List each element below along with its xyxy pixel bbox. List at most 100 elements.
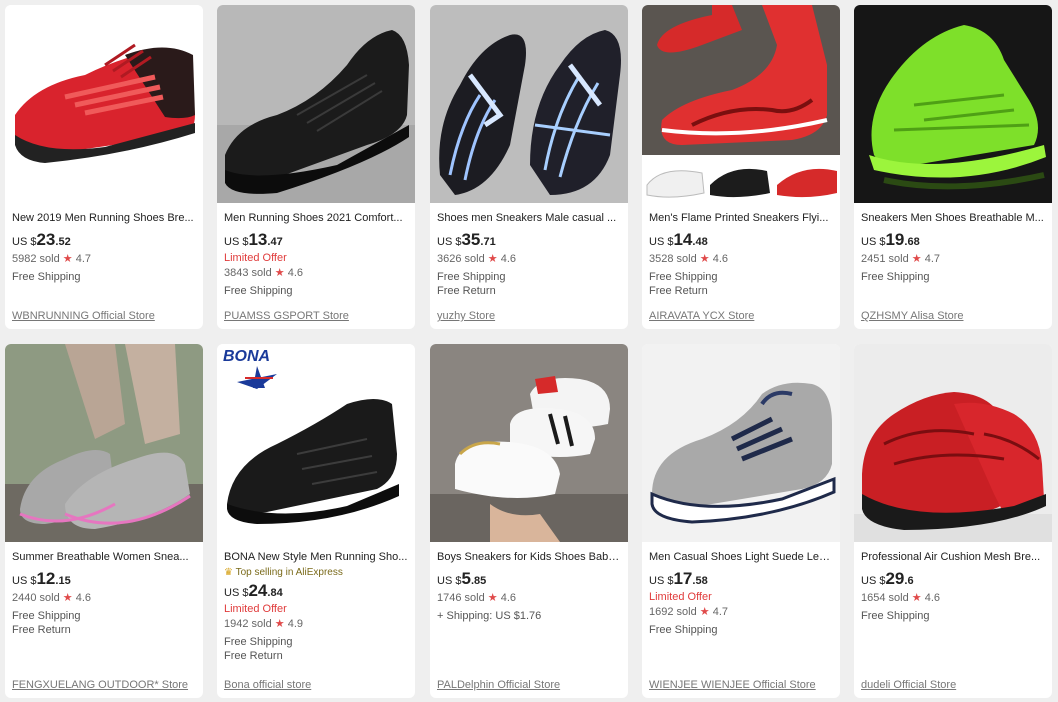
- sold-count: 3626 sold: [437, 253, 485, 265]
- sold-count: 3843 sold: [224, 267, 272, 279]
- store-link[interactable]: Bona official store: [224, 679, 311, 691]
- product-title[interactable]: Professional Air Cushion Mesh Bre...: [861, 550, 1045, 564]
- product-image[interactable]: [5, 344, 203, 542]
- product-title[interactable]: Men Running Shoes 2021 Comfort...: [224, 211, 408, 225]
- star-icon: ★: [274, 267, 285, 279]
- product-title[interactable]: Men Casual Shoes Light Suede Lea...: [649, 550, 833, 564]
- product-card[interactable]: Summer Breathable Women Snea... US $12.1…: [5, 344, 203, 698]
- product-image[interactable]: [430, 5, 628, 203]
- rating-value: 4.6: [500, 253, 517, 265]
- price-currency: US $: [861, 236, 886, 248]
- product-title[interactable]: Shoes men Sneakers Male casual ...: [437, 211, 621, 225]
- shipping-label: Free Shipping: [12, 610, 81, 622]
- product-title[interactable]: New 2019 Men Running Shoes Bre...: [12, 211, 196, 225]
- top-selling-label: Top selling in AliExpress: [235, 567, 343, 578]
- product-image[interactable]: [854, 344, 1052, 542]
- product-image[interactable]: [430, 344, 628, 542]
- product-card[interactable]: Shoes men Sneakers Male casual ... US $3…: [430, 5, 628, 329]
- price-currency: US $: [224, 236, 249, 248]
- product-title[interactable]: Summer Breathable Women Snea...: [12, 550, 196, 564]
- store-link[interactable]: WIENJEE WIENJEE Official Store: [649, 679, 816, 691]
- product-title[interactable]: Boys Sneakers for Kids Shoes Baby...: [437, 550, 621, 564]
- star-icon: ★: [911, 592, 922, 604]
- sold-rating: 3528 sold ★ 4.6: [649, 251, 833, 267]
- product-price: US $29.6: [861, 570, 1045, 590]
- product-card[interactable]: Men Running Shoes 2021 Comfort... US $13…: [217, 5, 415, 329]
- store-link[interactable]: AIRAVATA YCX Store: [649, 310, 754, 322]
- limited-offer-label: Limited Offer: [649, 591, 712, 603]
- product-title[interactable]: BONA New Style Men Running Sho...: [224, 550, 408, 564]
- product-image[interactable]: BONA: [217, 344, 415, 542]
- product-price: US $24.84: [224, 582, 408, 602]
- store-link[interactable]: PUAMSS GSPORT Store: [224, 310, 349, 322]
- star-icon: ★: [487, 592, 498, 604]
- star-icon: ★: [487, 253, 498, 265]
- product-image[interactable]: [5, 5, 203, 203]
- price-main: 19: [885, 230, 905, 249]
- store-link[interactable]: WBNRUNNING Official Store: [12, 310, 155, 322]
- product-image[interactable]: [217, 5, 415, 203]
- product-image[interactable]: [854, 5, 1052, 203]
- product-image[interactable]: [642, 344, 840, 542]
- shipping-label: Free Shipping: [437, 271, 506, 283]
- rating-value: 4.6: [287, 267, 304, 279]
- sold-count: 2440 sold: [12, 592, 60, 604]
- sold-rating: 3626 sold ★ 4.6: [437, 251, 621, 267]
- price-cents: .47: [267, 236, 283, 248]
- rating-value: 4.9: [287, 618, 304, 630]
- shipping-label: Free Shipping: [224, 285, 293, 297]
- price-main: 13: [248, 230, 268, 249]
- star-icon: ★: [699, 253, 710, 265]
- store-link[interactable]: yuzhy Store: [437, 310, 495, 322]
- brand-logo-text: BONA: [223, 348, 270, 365]
- price-currency: US $: [12, 575, 37, 587]
- sold-rating: 2440 sold ★ 4.6: [12, 590, 196, 606]
- price-cents: .48: [692, 236, 708, 248]
- price-cents: .68: [904, 236, 920, 248]
- return-label: Free Return: [649, 285, 708, 297]
- price-currency: US $: [437, 236, 462, 248]
- product-card[interactable]: Professional Air Cushion Mesh Bre... US …: [854, 344, 1052, 698]
- return-label: Free Return: [437, 285, 496, 297]
- product-card[interactable]: BONA BONA New Style Men Running Sho... ♛…: [217, 344, 415, 698]
- product-card[interactable]: Men's Flame Printed Sneakers Flyi... US …: [642, 5, 840, 329]
- store-link[interactable]: dudeli Official Store: [861, 679, 956, 691]
- price-currency: US $: [12, 236, 37, 248]
- store-link[interactable]: FENGXUELANG OUTDOOR* Store: [12, 679, 188, 691]
- price-currency: US $: [861, 575, 886, 587]
- price-currency: US $: [649, 575, 674, 587]
- top-selling-badge: ♛ Top selling in AliExpress: [224, 566, 408, 580]
- product-price: US $17.58: [649, 570, 833, 590]
- rating-value: 4.7: [75, 253, 92, 265]
- product-card[interactable]: Sneakers Men Shoes Breathable M... US $1…: [854, 5, 1052, 329]
- sold-rating: 2451 sold ★ 4.7: [861, 251, 1045, 267]
- price-main: 35: [461, 230, 481, 249]
- shipping-label: Free Shipping: [861, 610, 930, 622]
- product-price: US $19.68: [861, 231, 1045, 251]
- product-title[interactable]: Sneakers Men Shoes Breathable M...: [861, 211, 1045, 225]
- product-card[interactable]: Boys Sneakers for Kids Shoes Baby... US …: [430, 344, 628, 698]
- star-icon: ★: [699, 606, 710, 618]
- product-card[interactable]: New 2019 Men Running Shoes Bre... US $23…: [5, 5, 203, 329]
- sold-rating: 3843 sold ★ 4.6: [224, 265, 408, 281]
- star-icon: ★: [62, 253, 73, 265]
- price-cents: .85: [470, 575, 487, 587]
- store-link[interactable]: QZHSMY Alisa Store: [861, 310, 964, 322]
- sold-count: 1654 sold: [861, 592, 909, 604]
- price-main: 12: [36, 569, 56, 588]
- price-main: 17: [673, 569, 693, 588]
- price-cents: .58: [692, 575, 708, 587]
- rating-value: 4.6: [75, 592, 92, 604]
- sold-count: 1746 sold: [437, 592, 485, 604]
- price-main: 24: [248, 581, 268, 600]
- shipping-label: Free Shipping: [12, 271, 81, 283]
- product-title[interactable]: Men's Flame Printed Sneakers Flyi...: [649, 211, 833, 225]
- product-card[interactable]: Men Casual Shoes Light Suede Lea... US $…: [642, 344, 840, 698]
- product-image[interactable]: [642, 5, 840, 203]
- store-link[interactable]: PALDelphin Official Store: [437, 679, 560, 691]
- shipping-label: Free Shipping: [861, 271, 930, 283]
- rating-value: 4.7: [924, 253, 941, 265]
- rating-value: 4.6: [500, 592, 517, 604]
- sold-count: 3528 sold: [649, 253, 697, 265]
- star-icon: ★: [911, 253, 922, 265]
